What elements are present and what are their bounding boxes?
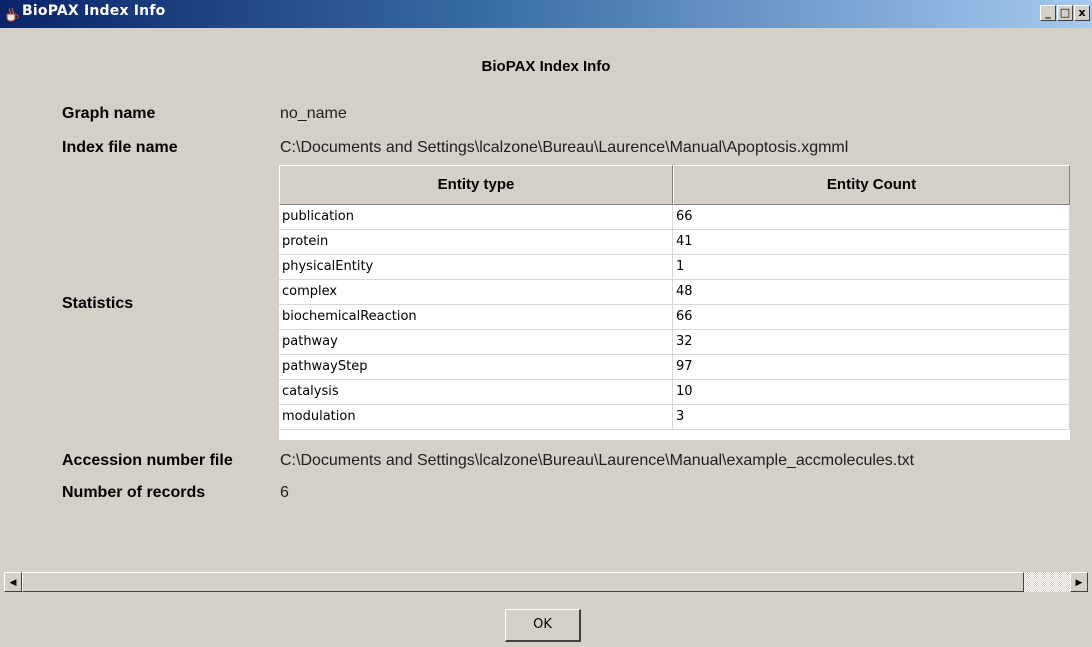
entity-count-cell[interactable]: 48 xyxy=(673,280,1070,305)
title-bar[interactable]: BioPAX Index Info _ □ x xyxy=(0,0,1092,28)
entity-count-cell[interactable]: 41 xyxy=(673,230,1070,255)
java-coffee-cup-icon xyxy=(6,7,19,22)
number-of-records-value: 6 xyxy=(280,484,289,501)
scroll-left-arrow-icon[interactable]: ◀ xyxy=(4,572,22,592)
table-header: Entity type Entity Count xyxy=(279,165,1070,205)
graph-name-label: Graph name xyxy=(62,105,156,122)
dialog-heading: BioPAX Index Info xyxy=(481,58,611,75)
number-of-records-label: Number of records xyxy=(62,484,206,501)
table-row[interactable]: publication 66 xyxy=(279,205,1070,230)
table-row[interactable]: catalysis 10 xyxy=(279,380,1070,405)
entity-type-cell[interactable]: pathwayStep xyxy=(279,355,673,380)
column-header-entity-type[interactable]: Entity type xyxy=(279,165,673,205)
entity-count-cell[interactable]: 66 xyxy=(673,205,1070,230)
table-row[interactable]: physicalEntity 1 xyxy=(279,255,1070,280)
index-file-value: C:\Documents and Settings\lcalzone\Burea… xyxy=(280,139,849,156)
scroll-right-arrow-icon[interactable]: ▶ xyxy=(1070,572,1088,592)
entity-count-cell[interactable]: 32 xyxy=(673,330,1070,355)
entity-type-cell[interactable]: modulation xyxy=(279,405,673,430)
table-row[interactable]: pathway 32 xyxy=(279,330,1070,355)
entity-count-cell[interactable]: 1 xyxy=(673,255,1070,280)
table-row[interactable]: biochemicalReaction 66 xyxy=(279,305,1070,330)
statistics-table[interactable]: Entity type Entity Count publication 66 … xyxy=(279,165,1070,440)
entity-count-cell[interactable]: 10 xyxy=(673,380,1070,405)
statistics-label: Statistics xyxy=(62,295,134,312)
scrollbar-thumb[interactable] xyxy=(22,572,1024,592)
entity-count-cell[interactable]: 66 xyxy=(673,305,1070,330)
ok-button[interactable]: OK xyxy=(505,609,581,642)
entity-type-cell[interactable]: protein xyxy=(279,230,673,255)
table-row[interactable]: complex 48 xyxy=(279,280,1070,305)
graph-name-value: no_name xyxy=(280,105,347,122)
close-button[interactable]: x xyxy=(1074,5,1090,21)
window-title: BioPAX Index Info xyxy=(22,3,166,19)
column-header-entity-count[interactable]: Entity Count xyxy=(673,165,1070,205)
maximize-button[interactable]: □ xyxy=(1057,5,1073,21)
table-row[interactable]: modulation 3 xyxy=(279,405,1070,430)
entity-count-cell[interactable]: 3 xyxy=(673,405,1070,430)
accession-file-label: Accession number file xyxy=(62,452,233,469)
entity-type-cell[interactable]: catalysis xyxy=(279,380,673,405)
entity-type-cell[interactable]: publication xyxy=(279,205,673,230)
entity-count-cell[interactable]: 97 xyxy=(673,355,1070,380)
horizontal-scrollbar[interactable]: ◀ ▶ xyxy=(4,572,1088,592)
scrollbar-track[interactable] xyxy=(1024,572,1070,592)
entity-type-cell[interactable]: complex xyxy=(279,280,673,305)
table-row[interactable]: pathwayStep 97 xyxy=(279,355,1070,380)
entity-type-cell[interactable]: physicalEntity xyxy=(279,255,673,280)
entity-type-cell[interactable]: biochemicalReaction xyxy=(279,305,673,330)
minimize-button[interactable]: _ xyxy=(1040,5,1056,21)
index-file-label: Index file name xyxy=(62,139,178,156)
accession-file-value: C:\Documents and Settings\lcalzone\Burea… xyxy=(280,452,915,469)
table-row[interactable]: protein 41 xyxy=(279,230,1070,255)
entity-type-cell[interactable]: pathway xyxy=(279,330,673,355)
